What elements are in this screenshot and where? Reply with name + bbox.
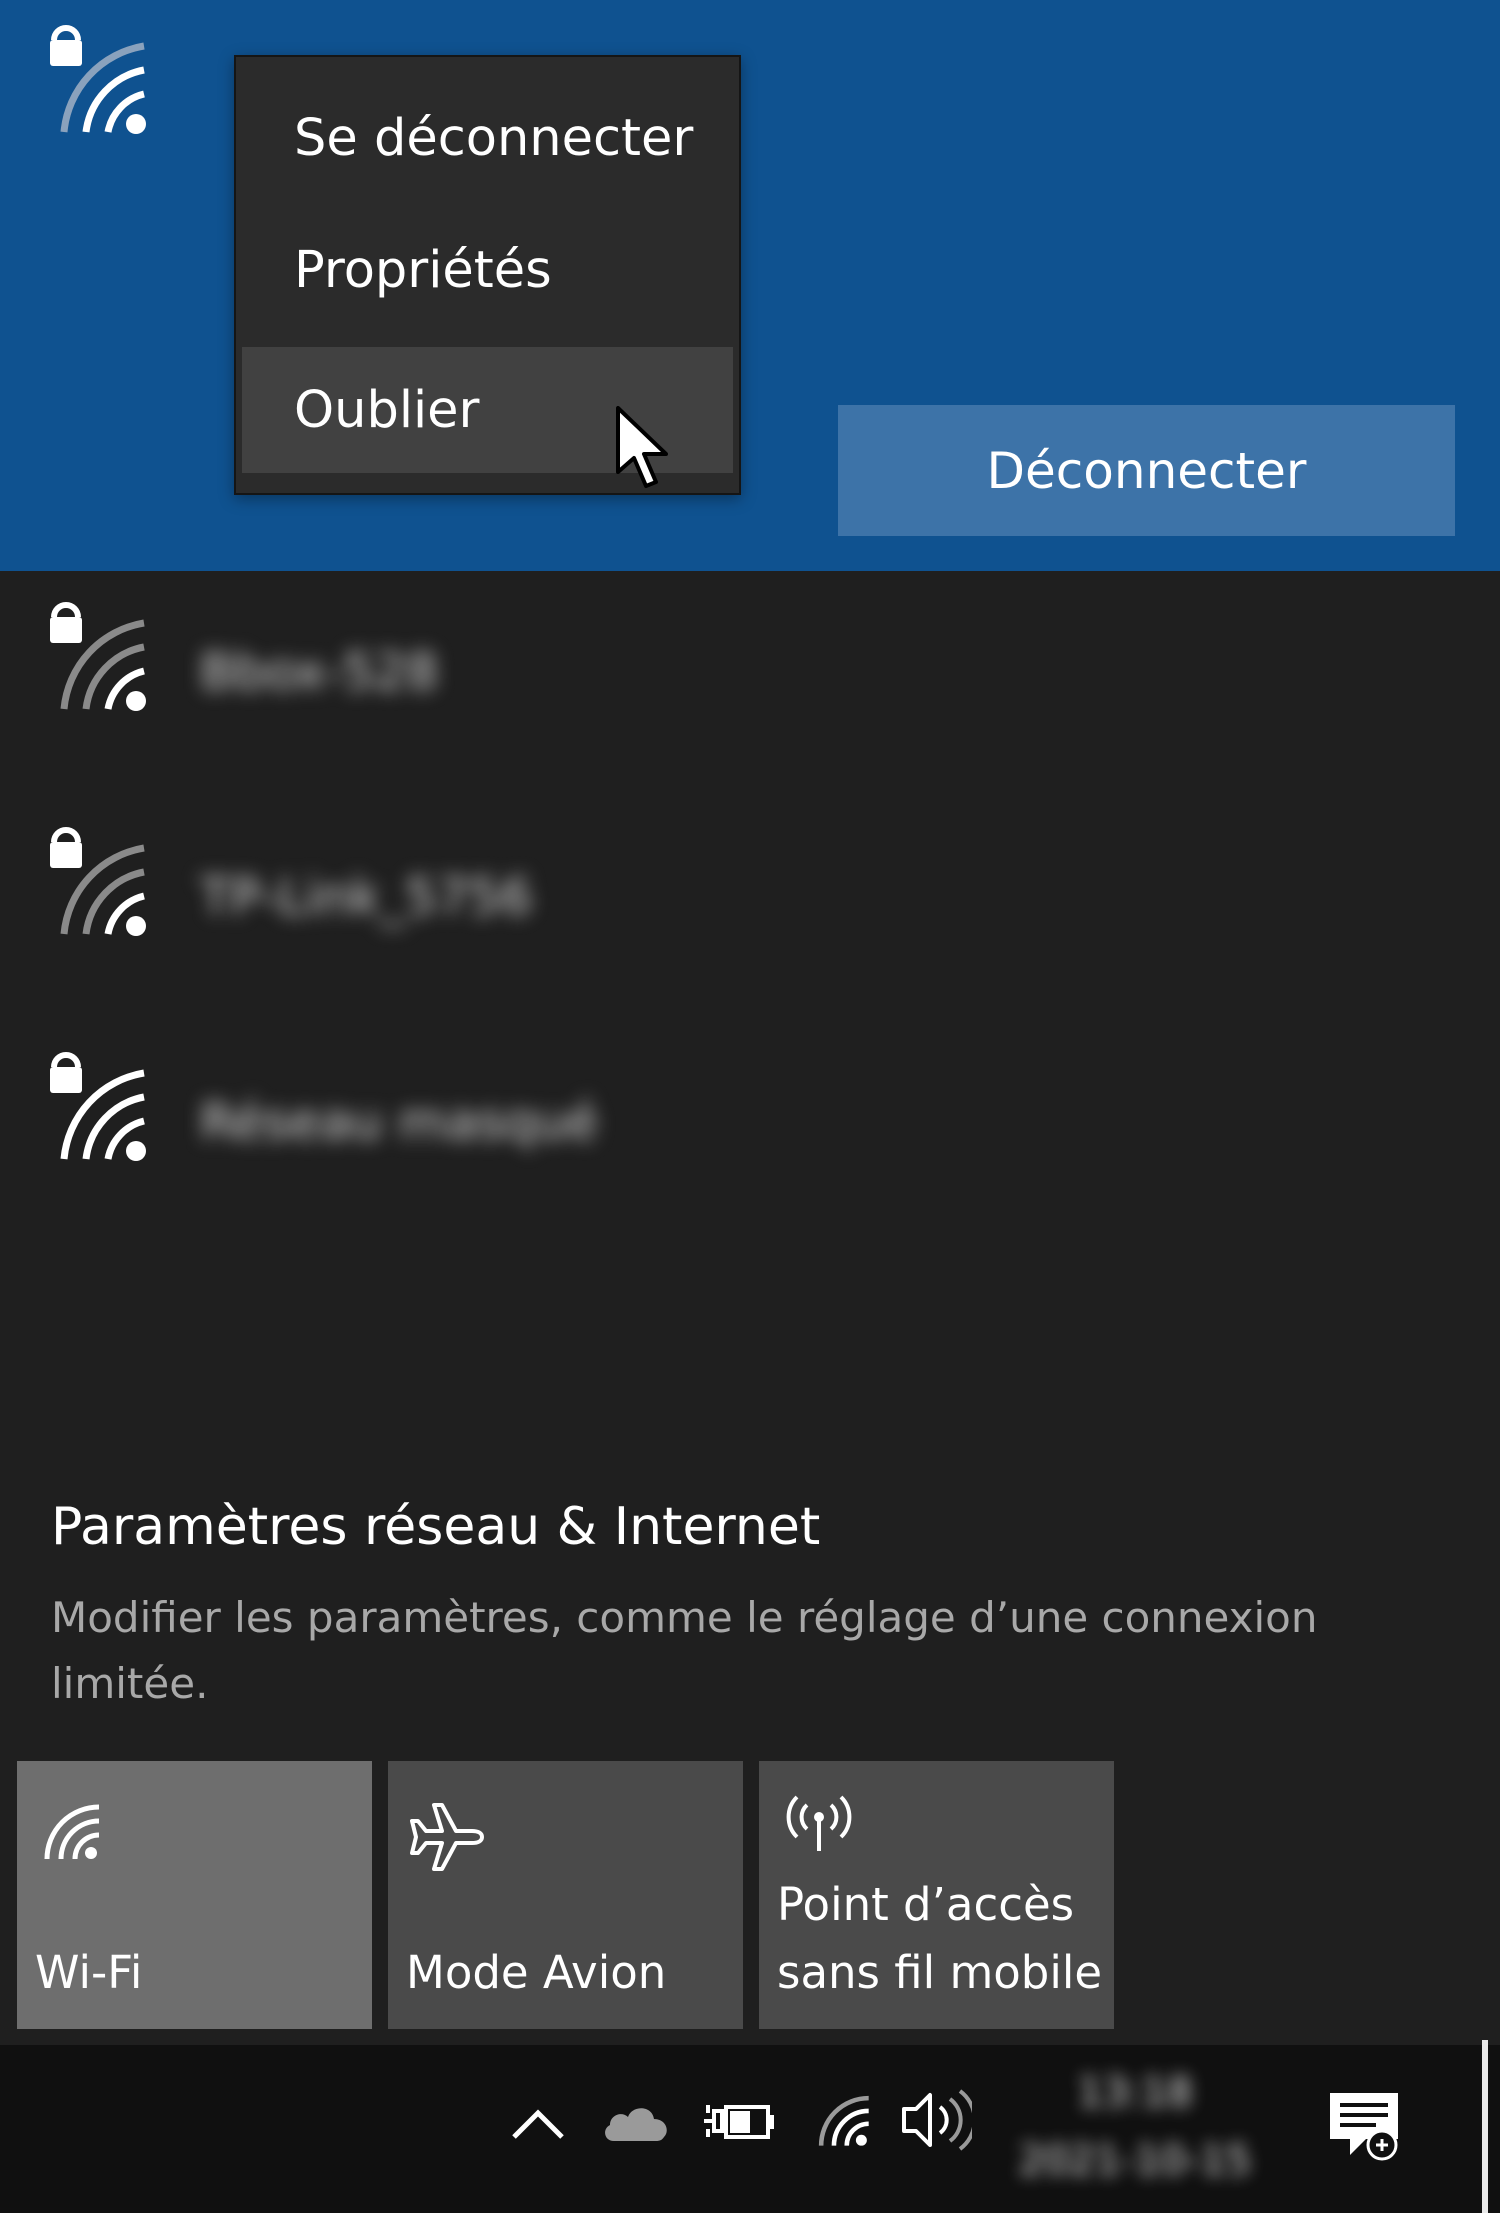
- secured-wifi-signal-icon: [40, 1041, 160, 1171]
- taskbar: 13:18 2021-10-15: [0, 2045, 1500, 2213]
- network-settings-link[interactable]: Paramètres réseau & Internet: [51, 1497, 820, 1557]
- secured-wifi-signal-icon: [40, 14, 160, 144]
- wifi-toggle-tile[interactable]: Wi-Fi: [17, 1761, 372, 2029]
- airplane-icon: [408, 1797, 488, 1881]
- wifi-icon: [37, 1797, 107, 1871]
- airplane-mode-tile[interactable]: Mode Avion: [388, 1761, 743, 2029]
- secured-wifi-signal-icon: [40, 816, 160, 946]
- secured-wifi-signal-icon: [40, 591, 160, 721]
- network-flyout: Déconnecter Se déconnecter Propriétés Ou…: [0, 0, 1500, 2213]
- connected-network-item[interactable]: Déconnecter: [0, 0, 1500, 571]
- onedrive-icon[interactable]: [600, 2097, 674, 2153]
- tile-label: Point d’accès sans fil mobile: [777, 1878, 1103, 1999]
- window-edge: [1482, 2040, 1488, 2213]
- notifications-icon[interactable]: [1326, 2089, 1402, 2169]
- network-list-item[interactable]: Bbox-528: [0, 583, 1500, 783]
- network-name: Réseau masqué: [200, 1093, 598, 1151]
- clock-time: 13:18: [1077, 2070, 1193, 2116]
- menu-item-disconnect[interactable]: Se déconnecter: [242, 75, 733, 201]
- clock-date: 2021-10-15: [1018, 2138, 1252, 2184]
- mobile-hotspot-icon: [779, 1789, 859, 1863]
- disconnect-button[interactable]: Déconnecter: [838, 405, 1455, 536]
- mobile-hotspot-tile[interactable]: Point d’accès sans fil mobile: [759, 1761, 1114, 2029]
- battery-plug-icon[interactable]: [700, 2091, 776, 2155]
- wifi-icon[interactable]: [812, 2089, 876, 2157]
- chevron-up-icon[interactable]: [508, 2101, 568, 2149]
- menu-item-properties[interactable]: Propriétés: [242, 207, 733, 333]
- volume-icon[interactable]: [898, 2085, 977, 2159]
- network-list-item[interactable]: TP-Link_5756: [0, 808, 1500, 1008]
- tile-label: Mode Avion: [406, 1946, 667, 1999]
- taskbar-clock[interactable]: 13:18 2021-10-15: [1000, 2059, 1270, 2199]
- network-list-item[interactable]: Réseau masqué: [0, 1033, 1500, 1233]
- network-name: TP-Link_5756: [200, 868, 533, 926]
- tile-label: Wi-Fi: [35, 1946, 143, 1999]
- network-settings-description: Modifier les paramètres, comme le réglag…: [51, 1593, 1318, 1708]
- network-name: Bbox-528: [200, 643, 439, 701]
- mouse-cursor-icon: [614, 406, 670, 494]
